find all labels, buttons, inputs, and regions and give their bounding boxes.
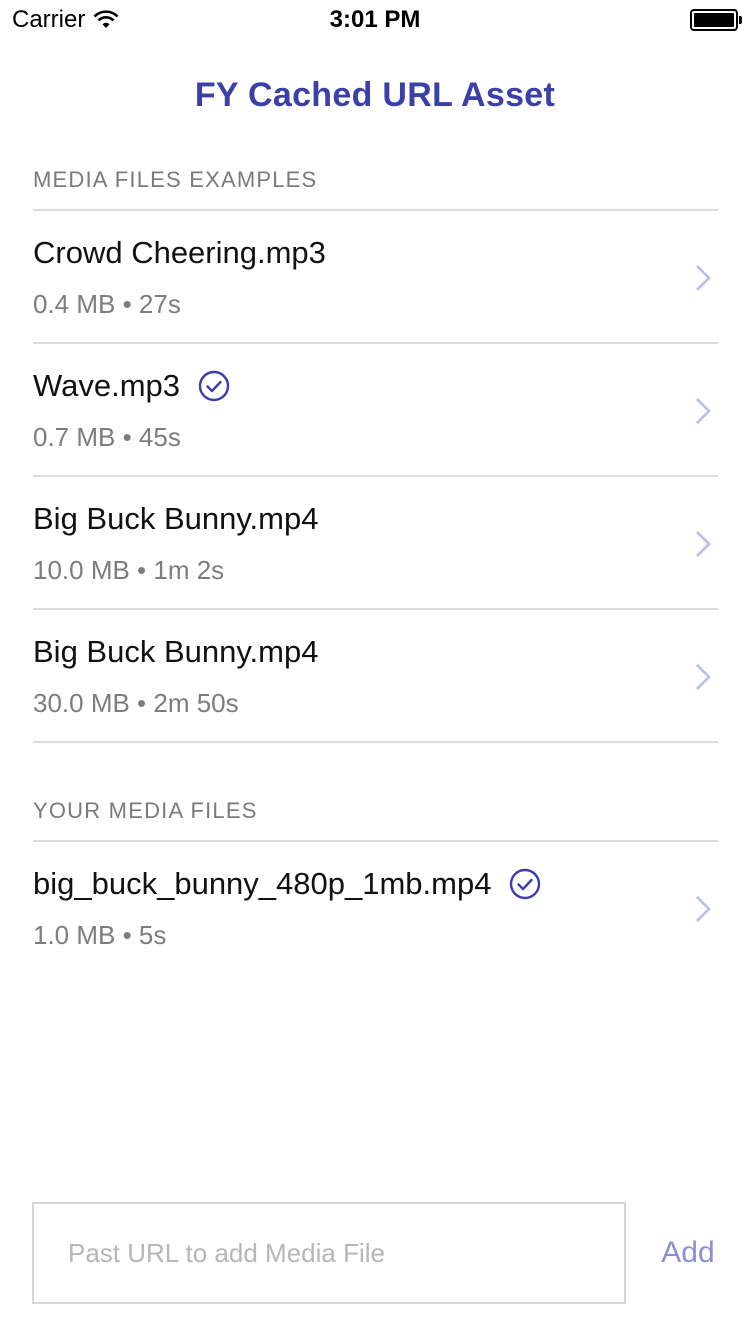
page-title: FY Cached URL Asset [194, 76, 556, 114]
chevron-right-icon [696, 531, 711, 557]
item-title: Crowd Cheering.mp3 [33, 235, 326, 270]
list-item[interactable]: Big Buck Bunny.mp4 30.0 MB • 2m 50s [33, 610, 718, 743]
item-title: Big Buck Bunny.mp4 [33, 634, 319, 669]
list-item[interactable]: big_buck_bunny_480p_1mb.mp4 1.0 MB • 5s [33, 842, 718, 975]
item-subtitle: 1.0 MB • 5s [33, 920, 167, 950]
item-subtitle: 10.0 MB • 1m 2s [33, 555, 225, 585]
chevron-right-icon [696, 398, 711, 424]
list-item[interactable]: Big Buck Bunny.mp4 10.0 MB • 1m 2s [33, 477, 718, 610]
item-subtitle: 30.0 MB • 2m 50s [33, 688, 239, 718]
list-item[interactable]: Crowd Cheering.mp3 0.4 MB • 27s [33, 211, 718, 344]
item-title: Wave.mp3 [33, 368, 181, 403]
item-title-row: big_buck_bunny_480p_1mb.mp4 [33, 866, 541, 902]
cached-check-icon [198, 370, 230, 402]
chevron-right-icon [696, 265, 711, 291]
your-media-list: big_buck_bunny_480p_1mb.mp4 1.0 MB • 5s [33, 842, 718, 975]
item-title-row: Big Buck Bunny.mp4 [33, 634, 318, 670]
item-subtitle: 0.4 MB • 27s [33, 289, 181, 319]
status-time: 3:01 PM [329, 6, 421, 33]
item-title-row: Big Buck Bunny.mp4 [33, 501, 318, 537]
app-screen: Carrier 3:01 PM FY Cached URL Asset MEDI… [0, 0, 750, 1334]
item-subtitle: 0.7 MB • 45s [33, 422, 181, 452]
item-title: Big Buck Bunny.mp4 [33, 501, 319, 536]
examples-list: Crowd Cheering.mp3 0.4 MB • 27s Wave.mp3… [33, 211, 718, 743]
item-title: big_buck_bunny_480p_1mb.mp4 [33, 866, 492, 901]
add-button[interactable]: Add [650, 1228, 726, 1278]
section-header-your-media: YOUR MEDIA FILES [33, 786, 718, 842]
chevron-right-icon [696, 896, 711, 922]
chevron-right-icon [696, 664, 711, 690]
item-title-row: Wave.mp3 [33, 368, 230, 404]
list-item[interactable]: Wave.mp3 0.7 MB • 45s [33, 344, 718, 477]
item-title-row: Crowd Cheering.mp3 [33, 235, 326, 271]
url-input[interactable] [32, 1202, 626, 1304]
cached-check-icon [510, 868, 541, 900]
section-header-examples: MEDIA FILES EXAMPLES [33, 156, 718, 211]
